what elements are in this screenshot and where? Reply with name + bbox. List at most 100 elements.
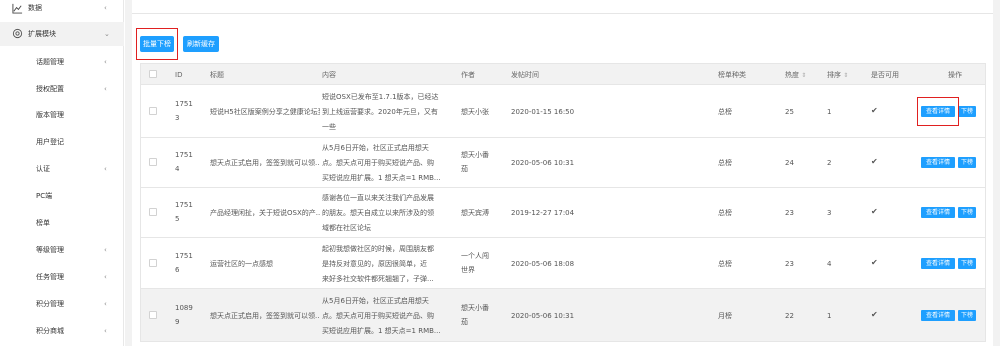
cell-rank-type: 总榜: [718, 108, 732, 116]
row-checkbox[interactable]: [149, 107, 157, 115]
unrank-button[interactable]: 下榜: [958, 106, 976, 117]
cell-content-line3: 买短说应用扩展。1 想天点=1 RMB...: [322, 327, 441, 335]
col-heat-label: 热度: [785, 71, 799, 79]
cell-rank-type: 总榜: [718, 260, 732, 268]
chevron-left-icon: ‹: [104, 85, 107, 93]
cell-order: 1: [827, 108, 832, 116]
cell-id-line2: 5: [175, 215, 180, 223]
cell-title: 想天点正式启用，签签到就可以领...: [210, 159, 320, 167]
select-all-checkbox[interactable]: [149, 70, 157, 78]
view-detail-button[interactable]: 查看详情: [921, 310, 955, 321]
cell-heat: 23: [785, 209, 794, 217]
gear-icon: [12, 28, 23, 39]
cell-author-line2: 世界: [461, 266, 475, 274]
cell-heat: 23: [785, 260, 794, 268]
col-ops: 操作: [948, 71, 962, 79]
col-author: 作者: [461, 71, 475, 79]
sidebar-item-label: 积分商城: [36, 327, 64, 335]
sidebar-item-label: 用户登记: [36, 138, 64, 146]
cell-heat: 22: [785, 312, 794, 320]
cell-id-line1: 1751: [175, 100, 193, 108]
sidebar-item-tasks[interactable]: 任务管理 ‹: [0, 265, 124, 289]
row-checkbox[interactable]: [149, 311, 157, 319]
highlight-box: [917, 97, 959, 126]
sidebar-item-label: 话题管理: [36, 58, 64, 66]
sidebar-item-extensions[interactable]: 扩展模块 ⌄: [0, 22, 124, 46]
cell-id-line2: 9: [175, 318, 180, 326]
sidebar-item-label: 榜单: [36, 219, 50, 227]
row-checkbox[interactable]: [149, 208, 157, 216]
view-detail-button[interactable]: 查看详情: [921, 207, 955, 218]
cell-id-line1: 1751: [175, 151, 193, 159]
cell-content-line3: 域都在社区论坛: [322, 224, 371, 232]
cell-author-line2: 茄: [461, 165, 468, 173]
cell-content-line1: 短说OSX已发布至1.7.1版本，已经达: [322, 93, 439, 101]
sidebar-item-label: 积分管理: [36, 300, 64, 308]
row-checkbox[interactable]: [149, 259, 157, 267]
sidebar-item-topics[interactable]: 话题管理 ‹: [0, 50, 124, 74]
cell-time: 2020-01-15 16:50: [511, 108, 575, 116]
sidebar-item-data[interactable]: 数据 ‹: [0, 0, 124, 20]
cell-heat: 25: [785, 108, 794, 116]
sidebar-item-pc[interactable]: PC端: [0, 184, 124, 208]
cell-content-line3: 买短说应用扩展。1 想天点=1 RMB...: [322, 174, 441, 182]
sidebar-item-user-register[interactable]: 用户登记: [0, 130, 124, 154]
cell-title: 短说H5社区版案例分享之健康论坛到上线运营...: [210, 108, 320, 116]
cell-content-line2: 到上线运营要求。2020年元旦，又有: [322, 108, 438, 116]
unrank-button[interactable]: 下榜: [958, 310, 976, 321]
table-row: 1751 6 运营社区的一点感想 起初我想做社区的时候，周围朋友都 是持反对意见的，原因…: [140, 238, 986, 289]
sidebar-item-levels[interactable]: 等级管理 ‹: [0, 238, 124, 262]
cell-content-line1: 从5月6日开始，社区正式启用想天: [322, 297, 429, 305]
cell-title: 想天点正式启用，签签到就可以领...: [210, 312, 320, 320]
cell-order: 1: [827, 312, 832, 320]
table-row: 1089 9 想天点正式启用，签签到就可以领... 从5月6日开始，社区正式启用想天点…: [140, 289, 986, 342]
top-strip: [132, 0, 993, 14]
col-title: 标题: [210, 71, 224, 79]
sidebar-item-auth-config[interactable]: 授权配置 ‹: [0, 77, 124, 101]
cell-content-line1: 感谢各位一直以来关注我们产品发展: [322, 194, 434, 202]
col-heat[interactable]: 热度 ⇕: [785, 64, 806, 86]
view-detail-button[interactable]: 查看详情: [921, 258, 955, 269]
refresh-cache-button[interactable]: 刷新缓存: [183, 36, 219, 52]
unrank-button[interactable]: 下榜: [958, 157, 976, 168]
chevron-left-icon: ‹: [104, 327, 107, 335]
sidebar-item-points[interactable]: 积分管理 ‹: [0, 292, 124, 316]
cell-content-line2: 的朋友。想天自成立以来所涉及的领: [322, 209, 434, 217]
cell-author-line2: 茄: [461, 318, 468, 326]
main-area: 批量下榜 刷新缓存 ID 标题 内容 作者 发帖时间 榜单种类 热度 ⇕ 排序 …: [125, 0, 1000, 346]
cell-time: 2019-12-27 17:04: [511, 209, 575, 217]
col-time: 发帖时间: [511, 71, 539, 79]
chart-icon: [12, 3, 23, 14]
cell-order: 4: [827, 260, 832, 268]
sidebar-item-rankings[interactable]: 榜单: [0, 211, 124, 235]
sidebar-item-label: 认证: [36, 165, 50, 173]
chevron-left-icon: ‹: [104, 273, 107, 281]
batch-unrank-button[interactable]: 批量下榜: [140, 36, 174, 52]
check-icon: ✔: [871, 258, 878, 267]
sidebar-item-label: 版本管理: [36, 111, 64, 119]
sidebar-item-label: 任务管理: [36, 273, 64, 281]
view-detail-button[interactable]: 查看详情: [921, 157, 955, 168]
chevron-left-icon: ‹: [104, 300, 107, 308]
cell-content-line2: 点。想天点可用于购买短说产品、购: [322, 312, 434, 320]
unrank-button[interactable]: 下榜: [958, 258, 976, 269]
cell-id-line1: 1751: [175, 201, 193, 209]
chevron-down-icon: ⌄: [104, 30, 110, 38]
chevron-left-icon: ‹: [104, 165, 107, 173]
table-row: 1751 4 想天点正式启用，签签到就可以领... 从5月6日开始，社区正式启用想天点…: [140, 138, 986, 188]
cell-id-line1: 1089: [175, 304, 193, 312]
sidebar-item-certify[interactable]: 认证 ‹: [0, 157, 124, 181]
col-id: ID: [175, 71, 183, 79]
cell-title: 产品经理闲扯，关于短说OSX的产...: [210, 209, 320, 217]
unrank-button[interactable]: 下榜: [958, 207, 976, 218]
col-order[interactable]: 排序 ⇕: [827, 64, 848, 86]
chevron-left-icon: ‹: [104, 58, 107, 66]
cell-heat: 24: [785, 159, 794, 167]
row-checkbox[interactable]: [149, 158, 157, 166]
sidebar-item-label: 授权配置: [36, 85, 64, 93]
sidebar-item-points-mall[interactable]: 积分商城 ‹: [0, 319, 124, 343]
sidebar-item-versions[interactable]: 版本管理: [0, 103, 124, 127]
col-enabled: 是否可用: [871, 71, 899, 79]
sort-icon: ⇕: [801, 72, 807, 79]
cell-author-line1: 想天小番: [461, 304, 489, 312]
